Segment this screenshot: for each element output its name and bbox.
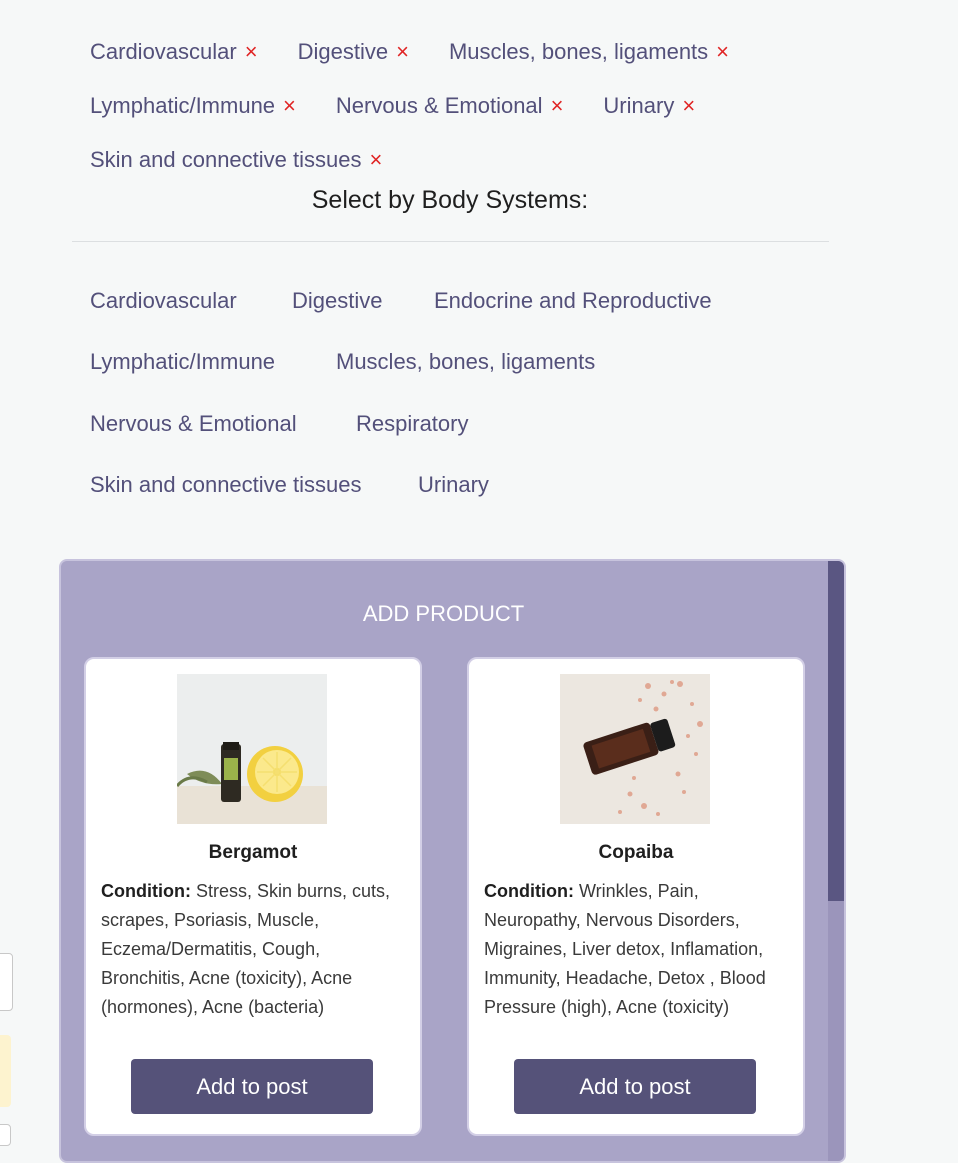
- product-condition: Condition: Wrinkles, Pain, Neuropathy, N…: [484, 877, 784, 1022]
- option-endocrine-reproductive[interactable]: Endocrine and Reproductive: [434, 288, 712, 314]
- chip-label: Nervous & Emotional: [335, 93, 543, 118]
- side-widget-box-2[interactable]: [0, 1124, 11, 1146]
- remove-icon[interactable]: ×: [682, 95, 695, 117]
- product-card-copaiba: Copaiba Condition: Wrinkles, Pain, Neuro…: [467, 657, 805, 1136]
- option-lymphatic-immune[interactable]: Lymphatic/Immune: [90, 349, 275, 375]
- add-to-post-button[interactable]: Add to post: [131, 1059, 373, 1114]
- chip-label: Lymphatic/Immune: [90, 93, 276, 118]
- selected-chip-muscles: Muscles, bones, ligaments ×: [449, 39, 729, 65]
- product-condition: Condition: Stress, Skin burns, cuts, scr…: [101, 877, 401, 1022]
- selected-chip-skin: Skin and connective tissues ×: [90, 147, 382, 173]
- chip-label: Cardiovascular: [90, 39, 237, 64]
- product-card-bergamot: Bergamot Condition: Stress, Skin burns, …: [84, 657, 422, 1136]
- product-image-copaiba: [560, 674, 710, 824]
- remove-icon[interactable]: ×: [245, 41, 258, 63]
- chip-label: Muscles, bones, ligaments: [448, 39, 709, 64]
- product-name: Bergamot: [208, 842, 298, 863]
- option-respiratory[interactable]: Respiratory: [356, 411, 468, 437]
- scrollbar[interactable]: [828, 561, 844, 1161]
- scrollbar-thumb[interactable]: [828, 561, 844, 901]
- option-muscles-bones-ligaments[interactable]: Muscles, bones, ligaments: [336, 349, 595, 375]
- option-digestive[interactable]: Digestive: [292, 288, 382, 314]
- section-title: Select by Body Systems:: [311, 186, 589, 214]
- divider: [72, 241, 829, 242]
- option-skin-connective[interactable]: Skin and connective tissues: [90, 472, 362, 498]
- selected-chip-nervous: Nervous & Emotional ×: [336, 93, 564, 119]
- option-cardiovascular[interactable]: Cardiovascular: [90, 288, 237, 314]
- option-nervous-emotional[interactable]: Nervous & Emotional: [90, 411, 297, 437]
- selected-chip-digestive: Digestive ×: [298, 39, 409, 65]
- condition-label: Condition:: [101, 881, 191, 901]
- chip-label: Urinary: [603, 93, 675, 118]
- remove-icon[interactable]: ×: [551, 95, 564, 117]
- selected-row-2: Lymphatic/Immune × Nervous & Emotional ×…: [90, 91, 735, 121]
- panel-title: ADD PRODUCT: [362, 601, 525, 626]
- remove-icon[interactable]: ×: [396, 41, 409, 63]
- selected-chip-urinary: Urinary ×: [603, 93, 695, 119]
- side-widget-note: [0, 1035, 11, 1107]
- condition-text: Stress, Skin burns, cuts, scrapes, Psori…: [101, 881, 391, 1017]
- selected-chip-lymphatic: Lymphatic/Immune ×: [90, 93, 296, 119]
- product-name: Copaiba: [598, 842, 674, 863]
- chip-label: Digestive: [297, 39, 389, 64]
- add-to-post-button[interactable]: Add to post: [514, 1059, 756, 1114]
- condition-text: Wrinkles, Pain, Neuropathy, Nervous Diso…: [484, 881, 766, 1017]
- remove-icon[interactable]: ×: [283, 95, 296, 117]
- selected-chip-cardiovascular: Cardiovascular ×: [90, 39, 258, 65]
- selected-row-1: Cardiovascular × Digestive × Muscles, bo…: [90, 37, 769, 67]
- remove-icon[interactable]: ×: [716, 41, 729, 63]
- remove-icon[interactable]: ×: [370, 149, 383, 171]
- condition-label: Condition:: [484, 881, 574, 901]
- side-widget-box[interactable]: [0, 953, 13, 1011]
- product-image-bergamot: [177, 674, 327, 824]
- option-urinary[interactable]: Urinary: [418, 472, 489, 498]
- add-product-panel: ADD PRODUCT Bergamot Condition: Stress, …: [59, 559, 846, 1163]
- selected-row-3: Skin and connective tissues ×: [90, 145, 422, 175]
- chip-label: Skin and connective tissues: [90, 147, 362, 172]
